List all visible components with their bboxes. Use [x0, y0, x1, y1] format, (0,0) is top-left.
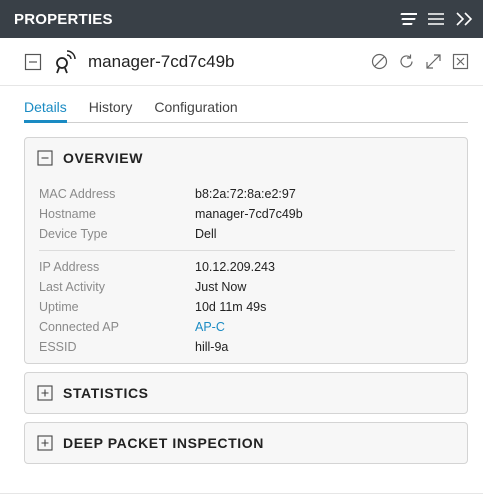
overview-header[interactable]: OVERVIEW	[25, 138, 467, 178]
kv-value: 10d 11m 49s	[195, 300, 267, 314]
panel-title: PROPERTIES	[14, 10, 113, 28]
statistics-title: STATISTICS	[63, 385, 149, 401]
kv-row-last-activity: Last Activity Just Now	[39, 277, 455, 297]
kv-value: Dell	[195, 227, 217, 241]
collapse-device-icon[interactable]	[24, 53, 42, 71]
kv-row-hostname: Hostname manager-7cd7c49b	[39, 204, 455, 224]
expand-section-icon	[37, 435, 53, 451]
kv-row-essid: ESSID hill-9a	[39, 337, 455, 357]
statistics-header[interactable]: STATISTICS	[25, 373, 467, 413]
kv-row-uptime: Uptime 10d 11m 49s	[39, 297, 455, 317]
expand-icon[interactable]	[425, 53, 442, 70]
menu-icon[interactable]	[427, 12, 445, 26]
filter-icon[interactable]	[399, 12, 417, 26]
collapse-panel-icon[interactable]	[455, 12, 473, 26]
overview-title: OVERVIEW	[63, 150, 144, 166]
kv-label: Device Type	[39, 227, 108, 241]
kv-value: manager-7cd7c49b	[195, 207, 303, 221]
wireless-client-icon	[52, 49, 78, 75]
tab-history[interactable]: History	[89, 99, 133, 122]
panel-header: PROPERTIES	[0, 0, 483, 38]
kv-row-ip: IP Address 10.12.209.243	[39, 257, 455, 277]
kv-row-device-type: Device Type Dell	[39, 224, 455, 244]
device-name: manager-7cd7c49b	[88, 51, 235, 71]
kv-label: IP Address	[39, 260, 100, 274]
device-row: manager-7cd7c49b	[0, 38, 483, 86]
collapse-section-icon	[37, 150, 53, 166]
kv-value: Just Now	[195, 280, 247, 294]
connected-ap-link[interactable]: AP-C	[195, 320, 225, 334]
statistics-section: STATISTICS	[24, 372, 468, 414]
device-info-group: MAC Address b8:2a:72:8a:e2:97 Hostname m…	[39, 178, 455, 250]
kv-value: hill-9a	[195, 340, 229, 354]
kv-row-connected-ap: Connected AP AP-C	[39, 317, 455, 337]
expand-section-icon	[37, 385, 53, 401]
kv-label: MAC Address	[39, 187, 116, 201]
dpi-title: DEEP PACKET INSPECTION	[63, 435, 264, 451]
close-icon[interactable]	[452, 53, 469, 70]
kv-label: Connected AP	[39, 320, 119, 334]
header-actions	[399, 12, 473, 26]
kv-label: Last Activity	[39, 280, 105, 294]
tab-details[interactable]: Details	[24, 99, 67, 123]
tab-configuration[interactable]: Configuration	[154, 99, 237, 122]
kv-value: 10.12.209.243	[195, 260, 275, 274]
kv-label: Uptime	[39, 300, 79, 314]
kv-label: ESSID	[39, 340, 77, 354]
dpi-header[interactable]: DEEP PACKET INSPECTION	[25, 423, 467, 463]
overview-section: OVERVIEW MAC Address b8:2a:72:8a:e2:97 H…	[24, 137, 468, 364]
kv-row-mac: MAC Address b8:2a:72:8a:e2:97	[39, 184, 455, 204]
properties-panel: PROPERTIES manager-7cd7c49b Details Hist…	[0, 0, 483, 494]
tab-bar: Details History Configuration	[24, 86, 468, 123]
network-info-group: IP Address 10.12.209.243 Last Activity J…	[39, 250, 455, 363]
kv-label: Hostname	[39, 207, 96, 221]
refresh-icon[interactable]	[398, 53, 415, 70]
kv-value: b8:2a:72:8a:e2:97	[195, 187, 296, 201]
dpi-section: DEEP PACKET INSPECTION	[24, 422, 468, 464]
block-icon[interactable]	[371, 53, 388, 70]
